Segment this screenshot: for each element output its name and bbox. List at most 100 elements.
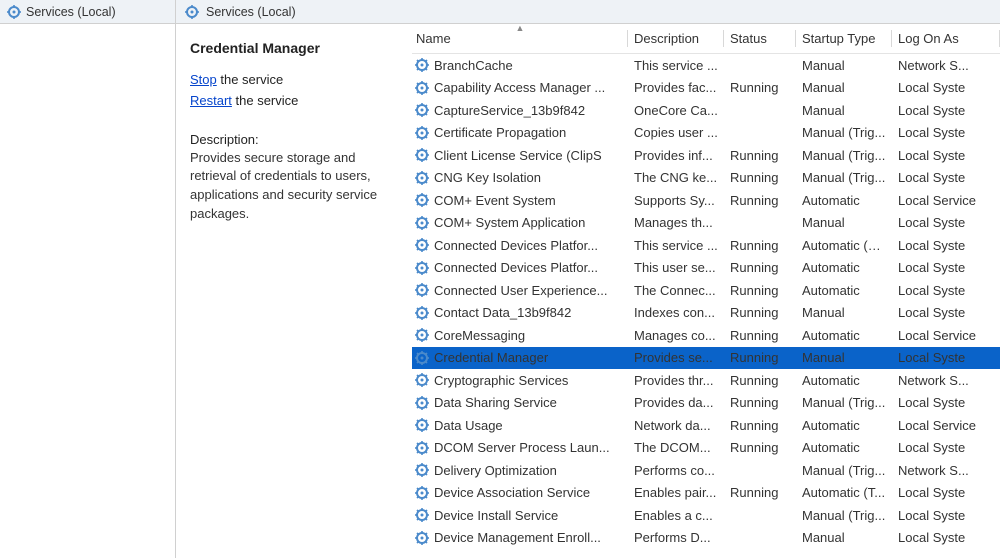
service-row[interactable]: COM+ System ApplicationManages th...Manu… [412, 212, 1000, 235]
cell-startup: Automatic (T... [796, 485, 892, 500]
service-name: Cryptographic Services [434, 373, 568, 388]
cell-name: Connected Devices Platfor... [412, 260, 628, 276]
service-row[interactable]: COM+ Event SystemSupports Sy...RunningAu… [412, 189, 1000, 212]
gear-icon [414, 305, 430, 321]
gear-icon [414, 260, 430, 276]
cell-logon: Local Syste [892, 170, 1000, 185]
description-label: Description: [190, 132, 398, 147]
cell-startup-text: Automatic [802, 193, 860, 208]
cell-name: COM+ Event System [412, 192, 628, 208]
cell-logon: Local Service [892, 418, 1000, 433]
cell-description: Manages co... [628, 328, 724, 343]
nav-tree-label: Services (Local) [26, 5, 116, 19]
services-rows[interactable]: BranchCache This service ... Manual Network… [412, 54, 1000, 558]
services-mmc-root: Services (Local) Services (Local) Cre [0, 0, 1000, 558]
cell-startup-text: Manual (Trig... [802, 463, 885, 478]
cell-name: Data Sharing Service [412, 395, 628, 411]
cell-logon: Local Syste [892, 485, 1000, 500]
service-row[interactable]: Capability Access Manager ...Provides fa… [412, 77, 1000, 100]
service-row[interactable]: Connected Devices Platfor... This service… [412, 234, 1000, 257]
column-header-status[interactable]: Status [724, 24, 796, 53]
cell-startup: Manual (Trig... [796, 125, 892, 140]
cell-description: OneCore Ca... [628, 103, 724, 118]
cell-startup: Automatic [796, 373, 892, 388]
service-row[interactable]: BranchCacheThis service ...ManualNetwork… [412, 54, 1000, 77]
cell-description: Network da... [628, 418, 724, 433]
content-pane: Services (Local) Credential Manager Stop… [176, 0, 1000, 558]
cell-logon: Local Syste [892, 305, 1000, 320]
service-row[interactable]: Cryptographic ServicesProvides thr...Run… [412, 369, 1000, 392]
service-row[interactable]: Certificate PropagationCopies user ...Ma… [412, 122, 1000, 145]
service-row[interactable]: Contact Data_13b9f842Indexes con...Runni… [412, 302, 1000, 325]
cell-description-text: This service ... [634, 58, 718, 73]
service-row[interactable]: Data Sharing ServiceProvides da...Runnin… [412, 392, 1000, 415]
cell-logon-text: Local Syste [898, 260, 965, 275]
cell-status-text: Running [730, 238, 778, 253]
stop-suffix: the service [217, 72, 283, 87]
cell-description-text: Provides inf... [634, 148, 713, 163]
service-row[interactable]: Client License Service (ClipSProvides in… [412, 144, 1000, 167]
cell-status-text: Running [730, 80, 778, 95]
cell-logon: Local Syste [892, 283, 1000, 298]
cell-startup-text: Automatic [802, 283, 860, 298]
service-row[interactable]: DCOM Server Process Laun...The DCOM...Ru… [412, 437, 1000, 460]
cell-name: Device Association Service [412, 485, 628, 501]
cell-startup: Manual [796, 103, 892, 118]
service-row[interactable]: CaptureService_13b9f842 OneCore Ca... Manu… [412, 99, 1000, 122]
cell-description: Provides se... [628, 350, 724, 365]
cell-startup-text: Automatic [802, 440, 860, 455]
service-name: Device Management Enroll... [434, 530, 601, 545]
cell-status-text: Running [730, 148, 778, 163]
cell-logon-text: Network S... [898, 58, 969, 73]
service-row[interactable]: Connected Devices Platfor...This user se… [412, 257, 1000, 280]
column-header-logon[interactable]: Log On As [892, 24, 1000, 53]
cell-description-text: Supports Sy... [634, 193, 715, 208]
cell-logon: Local Syste [892, 440, 1000, 455]
service-name: CNG Key Isolation [434, 170, 541, 185]
service-row[interactable]: Device Install ServiceEnables a c...Manu… [412, 504, 1000, 527]
cell-description: This service ... [628, 238, 724, 253]
cell-description-text: Performs co... [634, 463, 715, 478]
service-name: Device Association Service [434, 485, 590, 500]
gear-icon [414, 282, 430, 298]
cell-status-text: Running [730, 260, 778, 275]
service-row[interactable]: CoreMessagingManages co...RunningAutomat… [412, 324, 1000, 347]
service-name: Connected Devices Platfor... [434, 238, 598, 253]
nav-tree-item-services-local[interactable]: Services (Local) [0, 0, 175, 24]
service-name: Delivery Optimization [434, 463, 557, 478]
cell-logon-text: Local Service [898, 328, 976, 343]
service-row[interactable]: CNG Key IsolationThe CNG ke...RunningMan… [412, 167, 1000, 190]
cell-logon-text: Local Syste [898, 215, 965, 230]
service-row[interactable]: Credential ManagerProvides se...RunningM… [412, 347, 1000, 370]
cell-logon: Local Syste [892, 215, 1000, 230]
service-row[interactable]: Delivery Optimization Performs co... Manua… [412, 459, 1000, 482]
cell-description: Provides inf... [628, 148, 724, 163]
cell-description: Supports Sy... [628, 193, 724, 208]
cell-description: Performs D... [628, 530, 724, 545]
service-name: BranchCache [434, 58, 513, 73]
service-name: CaptureService_13b9f842 [434, 103, 585, 118]
cell-status-text: Running [730, 395, 778, 410]
cell-name: Certificate Propagation [412, 125, 628, 141]
service-row[interactable]: Connected User Experience...The Connec..… [412, 279, 1000, 302]
nav-pane: Services (Local) [0, 0, 176, 558]
column-header-description[interactable]: Description [628, 24, 724, 53]
cell-description-text: Provides thr... [634, 373, 713, 388]
cell-startup: Automatic [796, 283, 892, 298]
service-row[interactable]: Device Association ServiceEnables pair..… [412, 482, 1000, 505]
cell-description: The CNG ke... [628, 170, 724, 185]
service-row[interactable]: Data UsageNetwork da...RunningAutomaticL… [412, 414, 1000, 437]
column-header-name[interactable]: Name ▲ [412, 24, 628, 53]
cell-description: Provides thr... [628, 373, 724, 388]
cell-logon-text: Network S... [898, 463, 969, 478]
restart-link[interactable]: Restart [190, 93, 232, 108]
service-name: CoreMessaging [434, 328, 525, 343]
stop-link[interactable]: Stop [190, 72, 217, 87]
service-row[interactable]: Device Management Enroll... Performs D...… [412, 527, 1000, 550]
cell-status-text: Running [730, 418, 778, 433]
cell-logon: Network S... [892, 373, 1000, 388]
cell-logon: Local Syste [892, 103, 1000, 118]
column-header-startup[interactable]: Startup Type [796, 24, 892, 53]
cell-description: Performs co... [628, 463, 724, 478]
service-name: Data Usage [434, 418, 503, 433]
